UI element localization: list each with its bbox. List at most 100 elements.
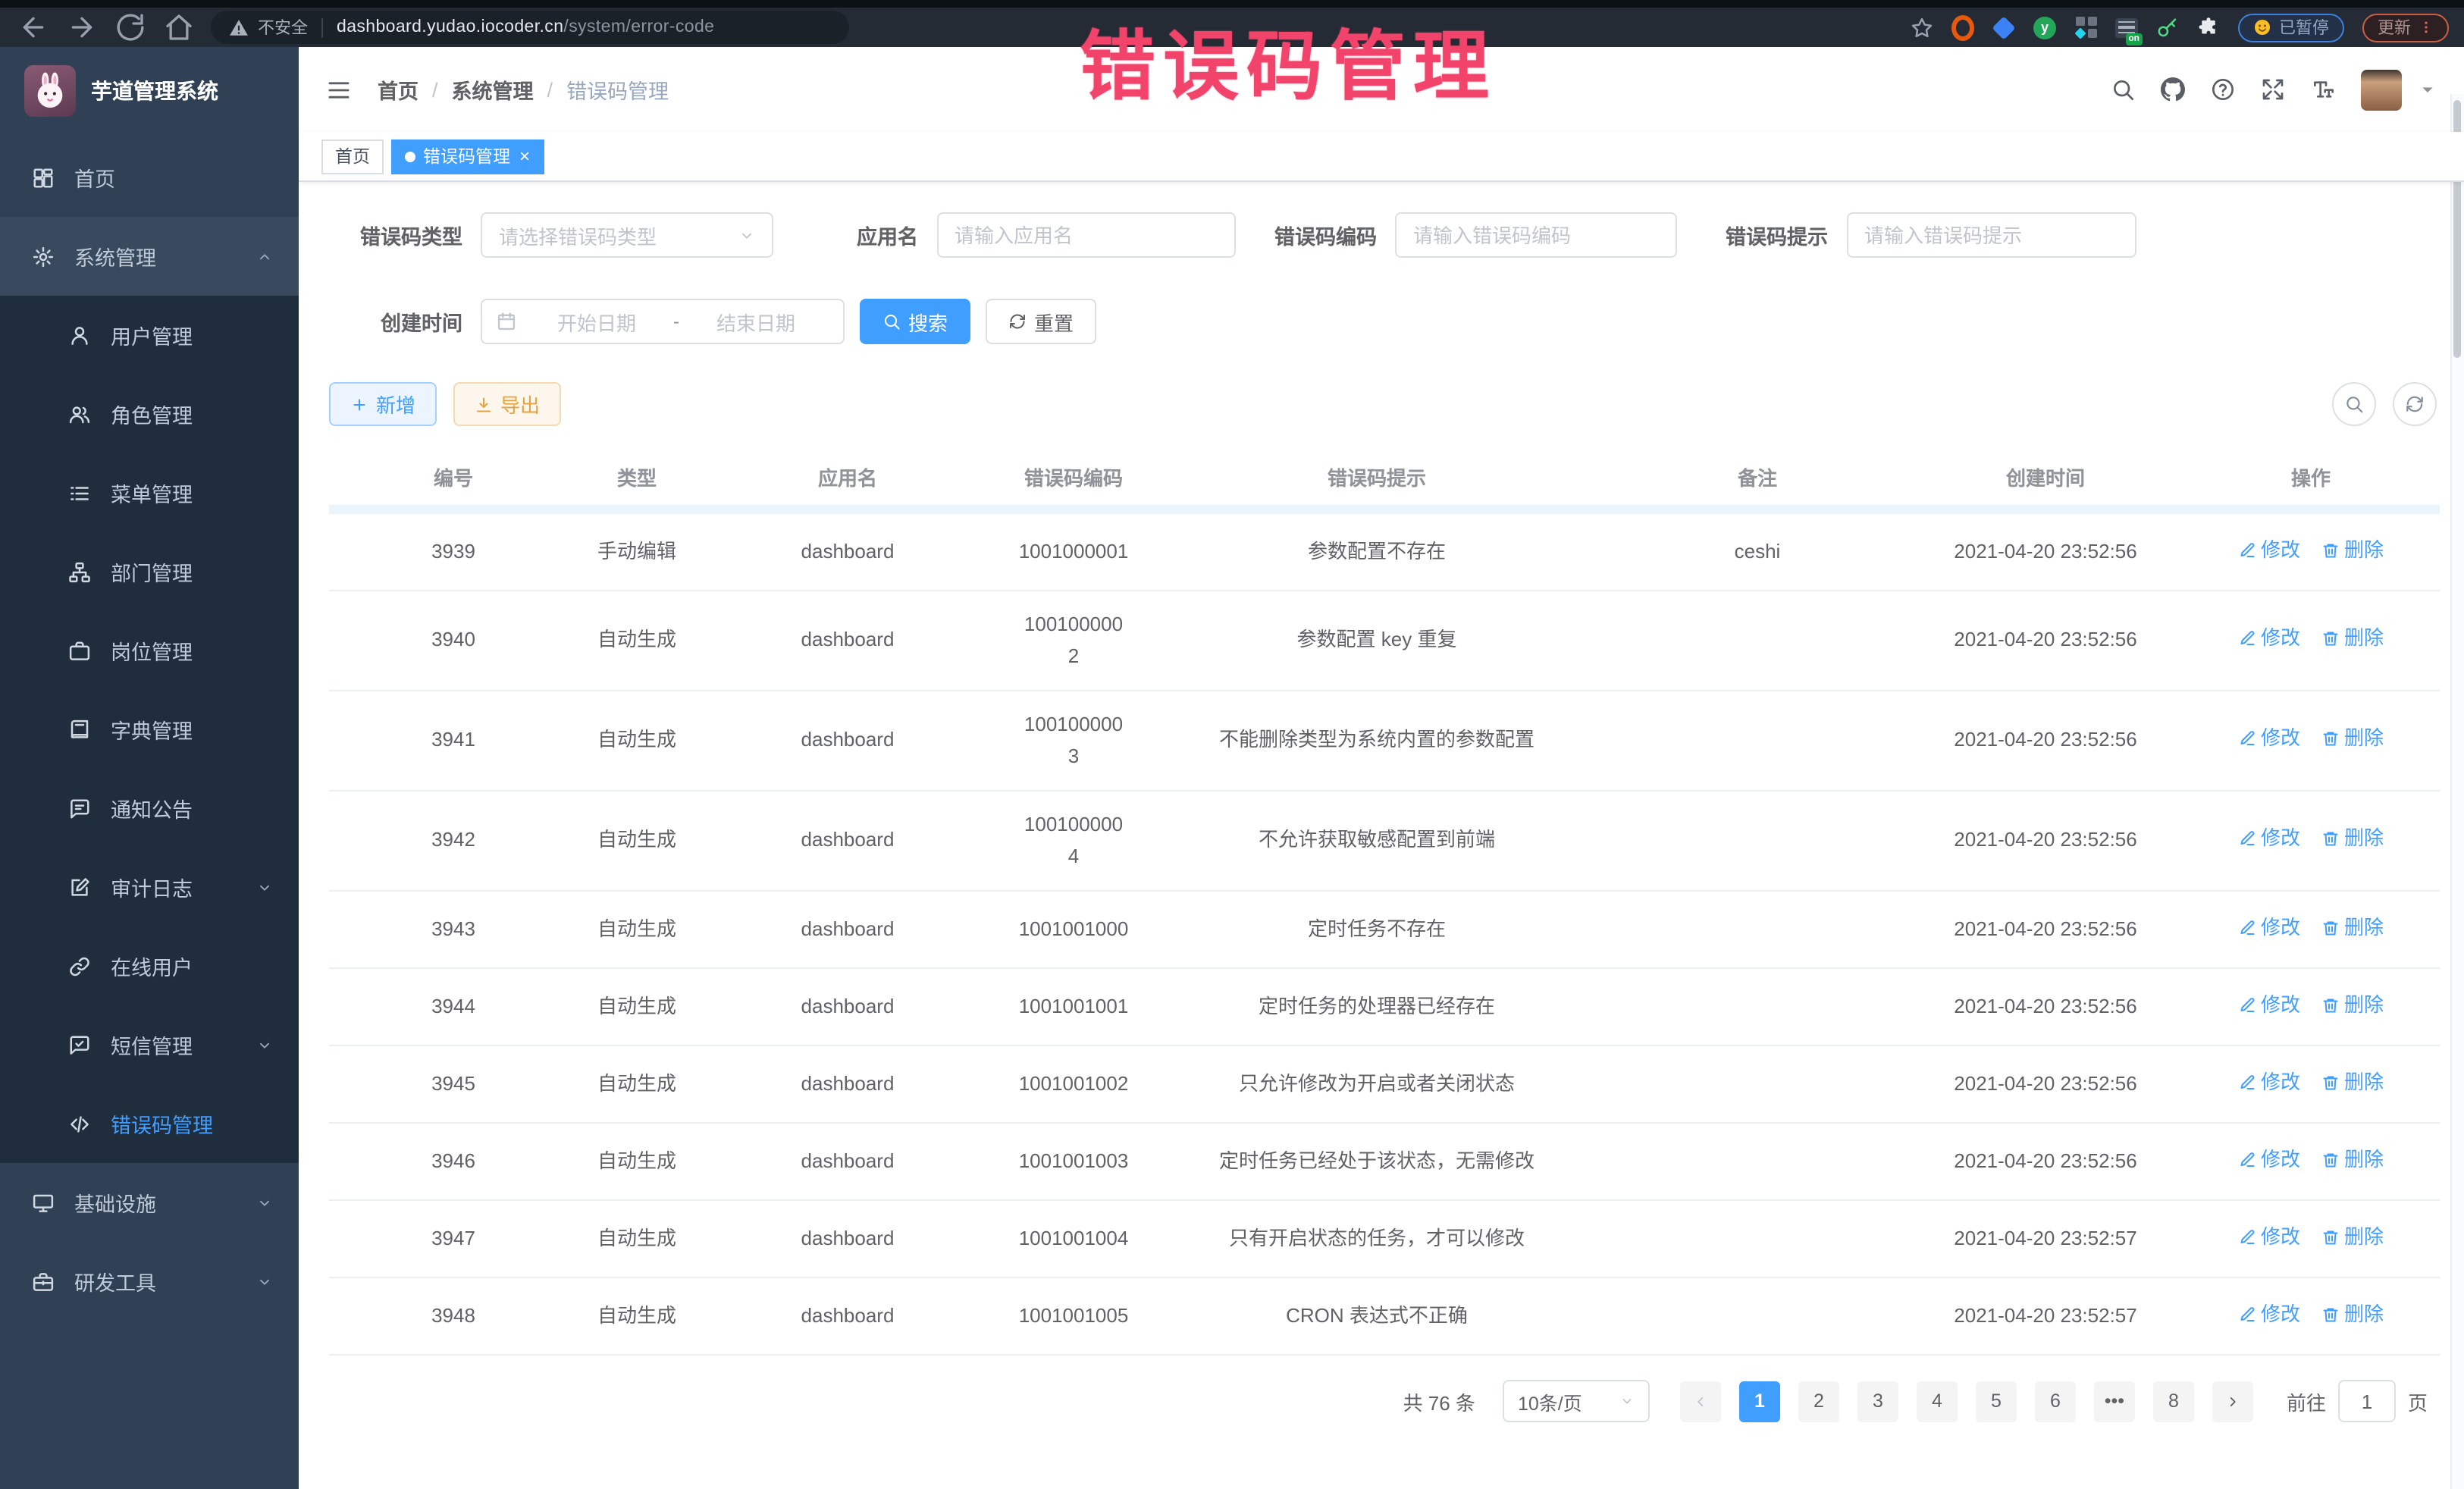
search-icon[interactable] xyxy=(2111,77,2135,102)
forward-icon[interactable] xyxy=(58,12,106,42)
edit-link[interactable]: 修改 xyxy=(2238,824,2300,854)
column-header-6: 创建时间 xyxy=(1909,449,2182,509)
sidebar-item-role-mgmt[interactable]: 角色管理 xyxy=(0,375,299,453)
delete-link[interactable]: 删除 xyxy=(2321,624,2384,654)
search-button[interactable]: 搜索 xyxy=(860,299,970,344)
cell-app: dashboard xyxy=(696,591,999,691)
refresh-table-button[interactable] xyxy=(2393,382,2437,426)
vpn-extension-icon[interactable]: on xyxy=(2115,16,2138,39)
sidebar-item-sms-mgmt[interactable]: 短信管理 xyxy=(0,1005,299,1084)
toggle-search-button[interactable] xyxy=(2332,382,2376,426)
cell-type: 自动生成 xyxy=(578,591,696,691)
edit-link[interactable]: 修改 xyxy=(2238,1299,2300,1330)
error-code-type-select[interactable]: 请选择错误码类型 xyxy=(481,212,773,258)
export-button[interactable]: 导出 xyxy=(453,382,561,426)
scrollbar-track xyxy=(2450,94,2464,1489)
cell-code: 1001000002 xyxy=(999,591,1148,691)
sidebar-item-home[interactable]: 首页 xyxy=(0,138,299,217)
reset-button[interactable]: 重置 xyxy=(986,299,1096,344)
user-avatar[interactable] xyxy=(2361,69,2402,110)
end-date-input[interactable]: 结束日期 xyxy=(682,307,829,336)
delete-link[interactable]: 删除 xyxy=(2321,1299,2384,1330)
edit-link[interactable]: 修改 xyxy=(2238,535,2300,566)
help-icon[interactable] xyxy=(2211,77,2235,102)
page-button-6[interactable]: 6 xyxy=(2035,1381,2076,1422)
page-button-4[interactable]: 4 xyxy=(1917,1381,1958,1422)
menu-dots-icon[interactable] xyxy=(2419,18,2434,36)
page-size-select[interactable]: 10条/页 xyxy=(1503,1380,1650,1422)
sidebar-item-infrastructure[interactable]: 基础设施 xyxy=(0,1163,299,1242)
reload-icon[interactable] xyxy=(106,12,155,42)
app-name-input[interactable] xyxy=(936,212,1235,258)
delete-link[interactable]: 删除 xyxy=(2321,535,2384,566)
edit-link[interactable]: 修改 xyxy=(2238,913,2300,943)
cell-type: 自动生成 xyxy=(578,968,696,1045)
delete-link[interactable]: 删除 xyxy=(2321,1222,2384,1252)
edit-link[interactable]: 修改 xyxy=(2238,1067,2300,1098)
puzzle-extension-icon[interactable] xyxy=(2197,16,2220,39)
page-button-2[interactable]: 2 xyxy=(1798,1381,1839,1422)
page-button-8[interactable]: 8 xyxy=(2153,1381,2194,1422)
tab-error-code-mgmt[interactable]: 错误码管理 × xyxy=(391,139,544,174)
edit-link[interactable]: 修改 xyxy=(2238,990,2300,1020)
delete-link[interactable]: 删除 xyxy=(2321,1067,2384,1098)
edit-link[interactable]: 修改 xyxy=(2238,1145,2300,1175)
address-bar[interactable]: 不安全 dashboard.yudao.iocoder.cn/system/er… xyxy=(211,11,849,44)
sidebar-item-error-code-mgmt[interactable]: 错误码管理 xyxy=(0,1084,299,1163)
fullscreen-icon[interactable] xyxy=(2261,77,2285,102)
breadcrumb-system[interactable]: 系统管理 xyxy=(452,74,534,105)
trash-icon xyxy=(2321,830,2340,848)
caret-down-icon[interactable] xyxy=(2415,77,2440,102)
sidebar-item-audit-log[interactable]: 审计日志 xyxy=(0,848,299,926)
font-size-icon[interactable] xyxy=(2311,77,2335,102)
date-range-picker[interactable]: 开始日期 - 结束日期 xyxy=(481,299,845,344)
key-extension-icon[interactable] xyxy=(2156,16,2179,39)
extension-icon[interactable] xyxy=(1992,16,2015,39)
github-icon[interactable] xyxy=(2161,77,2185,102)
breadcrumb-home[interactable]: 首页 xyxy=(378,74,419,105)
calendar-icon xyxy=(496,311,517,332)
next-page-button[interactable] xyxy=(2212,1381,2253,1422)
tab-home[interactable]: 首页 xyxy=(321,139,384,174)
sidebar-item-post-mgmt[interactable]: 岗位管理 xyxy=(0,611,299,690)
extension-icon[interactable]: y xyxy=(2033,16,2056,39)
delete-link[interactable]: 删除 xyxy=(2321,824,2384,854)
app-logo-row[interactable]: 芋道管理系统 xyxy=(0,47,299,133)
sidebar-item-notice[interactable]: 通知公告 xyxy=(0,769,299,848)
sidebar-item-online-user[interactable]: 在线用户 xyxy=(0,926,299,1005)
delete-link[interactable]: 删除 xyxy=(2321,990,2384,1020)
back-icon[interactable] xyxy=(9,12,58,42)
delete-link[interactable]: 删除 xyxy=(2321,913,2384,943)
main-area: 首页 / 系统管理 / 错误码管理 首页 xyxy=(299,47,2464,1489)
delete-link[interactable]: 删除 xyxy=(2321,724,2384,754)
page-button-1[interactable]: 1 xyxy=(1739,1381,1780,1422)
edit-link[interactable]: 修改 xyxy=(2238,1222,2300,1252)
add-button[interactable]: 新增 xyxy=(329,382,437,426)
page-button-3[interactable]: 3 xyxy=(1857,1381,1898,1422)
page-button-5[interactable]: 5 xyxy=(1976,1381,2017,1422)
error-code-input[interactable] xyxy=(1395,212,1677,258)
close-tab-icon[interactable]: × xyxy=(519,147,530,165)
prev-page-button[interactable] xyxy=(1680,1381,1721,1422)
edit-link[interactable]: 修改 xyxy=(2238,624,2300,654)
extension-icon[interactable] xyxy=(2074,16,2097,39)
sidebar-item-menu-mgmt[interactable]: 菜单管理 xyxy=(0,453,299,532)
delete-link[interactable]: 删除 xyxy=(2321,1145,2384,1175)
sidebar-item-user-mgmt[interactable]: 用户管理 xyxy=(0,296,299,375)
sidebar-item-dev-tools[interactable]: 研发工具 xyxy=(0,1242,299,1321)
bookmark-star-icon[interactable] xyxy=(1911,16,1933,39)
sidebar-item-system-mgmt[interactable]: 系统管理 xyxy=(0,217,299,296)
update-button[interactable]: 更新 xyxy=(2362,13,2449,42)
home-icon[interactable] xyxy=(155,12,203,42)
security-label: 不安全 xyxy=(258,15,308,39)
paused-badge[interactable]: 已暂停 xyxy=(2238,13,2344,42)
goto-page-input[interactable] xyxy=(2338,1380,2396,1422)
hamburger-icon[interactable] xyxy=(326,77,352,102)
extension-icon[interactable] xyxy=(1951,16,1974,39)
sidebar-item-dept-mgmt[interactable]: 部门管理 xyxy=(0,532,299,611)
page-ellipsis[interactable]: ••• xyxy=(2094,1381,2135,1422)
edit-link[interactable]: 修改 xyxy=(2238,724,2300,754)
error-hint-input[interactable] xyxy=(1846,212,2136,258)
start-date-input[interactable]: 开始日期 xyxy=(523,307,670,336)
sidebar-item-dict-mgmt[interactable]: 字典管理 xyxy=(0,690,299,769)
